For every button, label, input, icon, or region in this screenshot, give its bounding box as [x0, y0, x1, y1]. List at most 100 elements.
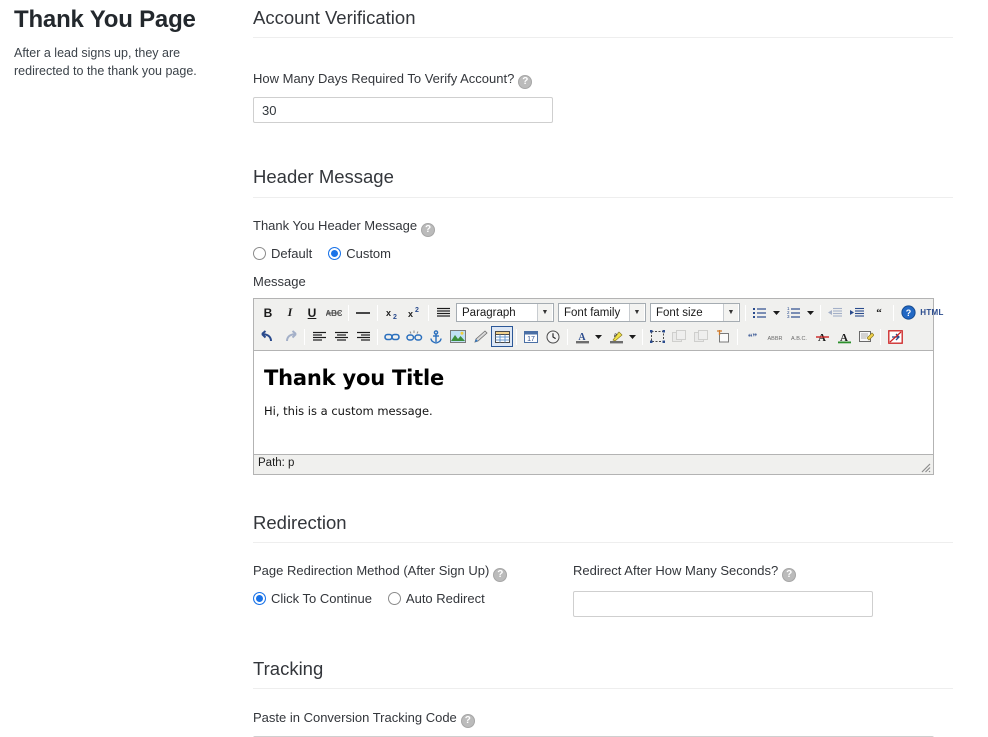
svg-text:17: 17 [527, 336, 535, 343]
align-right-icon[interactable] [352, 326, 374, 347]
fullscreen-icon[interactable] [884, 326, 906, 347]
radio-option-click-to-continue[interactable]: Click To Continue [253, 591, 372, 606]
underline-icon[interactable]: U [301, 302, 323, 323]
header-message-radio-group: Default Custom [253, 246, 953, 261]
bullet-list-dropdown-icon[interactable] [771, 302, 783, 323]
paste-text-icon[interactable] [712, 326, 734, 347]
justify-icon[interactable] [432, 302, 454, 323]
radio-indicator-selected[interactable] [328, 246, 342, 260]
unlink-icon[interactable] [403, 326, 425, 347]
toolbar-separator [304, 328, 305, 345]
strikethrough-icon[interactable]: ABC [323, 302, 345, 323]
svg-text:A.B.C.: A.B.C. [791, 335, 807, 341]
editor-toolbar: B I U ABC x2 x 2 Paragraph ▼ Font family… [254, 298, 943, 350]
help-icon[interactable]: ? [460, 714, 475, 729]
toolbar-separator [377, 304, 378, 321]
redirect-seconds-input[interactable] [573, 591, 873, 618]
svg-text:2: 2 [415, 307, 419, 314]
chevron-down-icon[interactable]: ▼ [537, 304, 552, 322]
style-icon[interactable]: A [833, 326, 855, 347]
page-description: After a lead signs up, they are redirect… [14, 45, 197, 78]
numbered-list-icon[interactable]: 123 [783, 302, 805, 323]
editor-body-text: Hi, this is a custom message. [264, 403, 433, 418]
copy-icon[interactable] [668, 326, 690, 347]
delete-style-icon[interactable]: A [811, 326, 833, 347]
resize-grip-icon[interactable] [918, 460, 931, 473]
insert-date-icon[interactable]: 17 [520, 326, 542, 347]
edit-icon[interactable] [855, 326, 877, 347]
help-icon[interactable]: ? [782, 568, 797, 583]
insert-image-icon[interactable] [447, 326, 469, 347]
tracking-code-field: Paste in Conversion Tracking Code? [253, 708, 953, 737]
insert-table-icon[interactable] [491, 326, 513, 348]
toolbar-separator [745, 304, 746, 321]
outdent-icon[interactable] [824, 302, 846, 323]
background-color-dropdown-icon[interactable] [627, 326, 639, 347]
section-heading-redirection: Redirection [253, 511, 347, 533]
paste-icon[interactable] [690, 326, 712, 347]
superscript-icon[interactable]: x2 [403, 302, 425, 323]
link-icon[interactable] [381, 326, 403, 347]
chevron-down-icon[interactable]: ▼ [723, 304, 738, 322]
toolbar-separator [737, 328, 738, 345]
svg-text:x: x [408, 309, 413, 319]
editor-toolbar-row-2: 17 A ab [255, 325, 932, 349]
html-button[interactable]: HTML [919, 302, 945, 323]
help-icon[interactable]: ? [897, 302, 919, 323]
days-required-label: How Many Days Required To Verify Account… [253, 70, 515, 86]
radio-indicator[interactable] [253, 246, 266, 260]
horizontal-rule-icon[interactable] [352, 302, 374, 323]
help-icon[interactable]: ? [493, 568, 508, 583]
section-heading-header-message: Header Message [253, 166, 394, 188]
help-icon[interactable]: ? [518, 75, 533, 90]
background-color-icon[interactable]: ab [605, 326, 627, 347]
align-center-icon[interactable] [330, 326, 352, 347]
days-required-field: How Many Days Required To Verify Account… [253, 69, 953, 124]
visual-aid-icon[interactable] [646, 326, 668, 347]
cleanup-icon[interactable] [469, 326, 491, 347]
radio-indicator-selected[interactable] [253, 592, 266, 606]
days-required-input[interactable] [253, 97, 553, 124]
indent-icon[interactable] [846, 302, 868, 323]
radio-option-default[interactable]: Default [253, 246, 312, 261]
toolbar-separator [820, 304, 821, 321]
undo-icon[interactable] [257, 326, 279, 347]
font-family-select[interactable]: Font family ▼ [558, 303, 646, 323]
editor-toolbar-row-1: B I U ABC x2 x 2 Paragraph ▼ Font family… [255, 301, 943, 325]
anchor-icon[interactable] [425, 326, 447, 347]
editor-path-label: Path: p [258, 456, 295, 469]
text-color-dropdown-icon[interactable] [593, 326, 605, 347]
bold-icon[interactable]: B [257, 302, 279, 323]
svg-text:?: ? [905, 308, 911, 318]
editor-content-area[interactable]: Thank you Title Hi, this is a custom mes… [254, 349, 933, 455]
radio-indicator[interactable] [387, 592, 401, 606]
redo-icon[interactable] [279, 326, 301, 347]
redirect-seconds-label: Redirect After How Many Seconds? [573, 563, 779, 579]
radio-label: Custom [346, 245, 391, 261]
chevron-down-icon[interactable]: ▼ [629, 304, 644, 322]
html-button-label: HTML [920, 308, 944, 318]
subscript-icon[interactable]: x2 [381, 302, 403, 323]
section-heading-tracking: Tracking [253, 658, 324, 680]
toolbar-separator [642, 328, 643, 345]
thank-you-page-settings: Thank You Page After a lead signs up, th… [0, 0, 988, 737]
align-left-icon[interactable] [308, 326, 330, 347]
insert-time-icon[interactable] [542, 326, 564, 347]
message-field: Message B I U ABC x 2 x 2 Paragraph ▼ Fo… [253, 273, 953, 475]
help-icon[interactable]: ? [421, 222, 436, 237]
blockquote-icon[interactable]: “ [868, 302, 890, 323]
bullet-list-icon[interactable] [749, 302, 771, 323]
svg-text:ABBR: ABBR [768, 335, 783, 341]
italic-icon[interactable]: I [279, 302, 301, 323]
text-color-icon[interactable]: A [571, 326, 593, 347]
numbered-list-dropdown-icon[interactable] [805, 302, 817, 323]
quote-icon[interactable]: “” [741, 326, 763, 347]
radio-option-auto-redirect[interactable]: Auto Redirect [387, 591, 485, 606]
rich-text-editor[interactable]: B I U ABC x2 x 2 Paragraph ▼ Font family… [253, 297, 943, 475]
paragraph-select[interactable]: Paragraph ▼ [456, 303, 554, 323]
abbr-icon[interactable]: ABBR [763, 326, 787, 347]
radio-option-custom[interactable]: Custom [328, 246, 391, 261]
font-size-select[interactable]: Font size ▼ [650, 303, 740, 323]
radio-label: Click To Continue [271, 591, 372, 607]
acronym-icon[interactable]: A.B.C. [787, 326, 811, 347]
